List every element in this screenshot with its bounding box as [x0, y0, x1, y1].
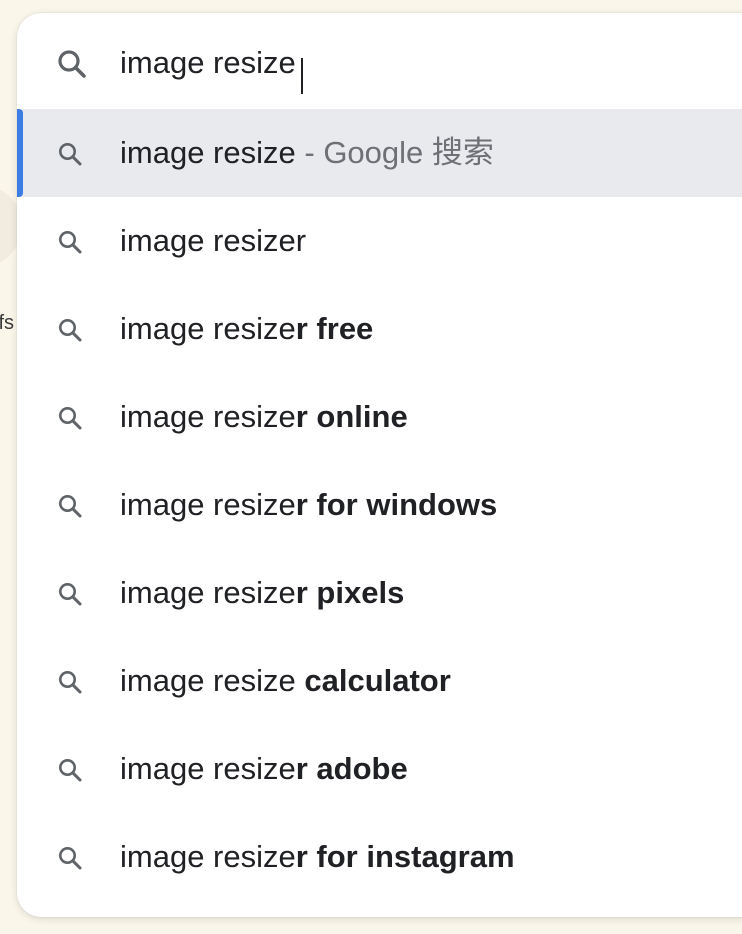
text-caret: [301, 58, 303, 94]
suggestion-prefix: image resize: [120, 487, 296, 522]
suggestion-item[interactable]: image resizer for windows: [17, 461, 742, 549]
search-icon: [56, 48, 88, 80]
suggestion-description: Google 搜索: [323, 135, 494, 170]
suggestion-prefix: image resize: [120, 839, 296, 874]
suggestion-text: image resizer adobe: [120, 725, 408, 813]
suggestion-completion: r for windows: [295, 487, 498, 522]
suggestion-item[interactable]: image resizer for instagram: [17, 813, 742, 901]
omnibox-dropdown: image resize - Google 搜索 image resizer i…: [17, 13, 742, 917]
search-icon: [57, 493, 83, 519]
background-text-fragment: fs: [0, 312, 14, 334]
search-icon: [57, 229, 83, 255]
search-icon: [57, 317, 83, 343]
suggestion-prefix: image resize: [120, 575, 296, 610]
page: fs image resize - Google 搜索: [0, 0, 742, 934]
suggestion-text: image resizer free: [120, 285, 373, 373]
suggestion-item[interactable]: image resizer adobe: [17, 725, 742, 813]
suggestion-text: image resize calculator: [120, 637, 451, 725]
suggestion-prefix: image resize: [120, 135, 296, 170]
suggestion-prefix: image resizer: [120, 223, 307, 258]
suggestion-completion: calculator: [304, 663, 451, 698]
suggestion-completion: r adobe: [295, 751, 408, 786]
omnibox-input-row[interactable]: [17, 13, 742, 109]
suggestion-item[interactable]: image resizer pixels: [17, 549, 742, 637]
suggestion-completion: r for instagram: [295, 839, 515, 874]
suggestion-item[interactable]: image resizer free: [17, 285, 742, 373]
suggestion-completion: r free: [295, 311, 374, 346]
suggestion-text: image resizer: [120, 197, 306, 285]
suggestion-prefix: image resize: [120, 751, 296, 786]
search-icon: [57, 141, 83, 167]
suggestion-item[interactable]: image resize calculator: [17, 637, 742, 725]
suggestion-text: image resizer pixels: [120, 549, 404, 637]
suggestion-prefix: image resize: [120, 399, 296, 434]
suggestion-text: image resizer online: [120, 373, 408, 461]
search-icon: [57, 405, 83, 431]
suggestion-completion: r online: [295, 399, 408, 434]
suggestion-item[interactable]: image resizer: [17, 197, 742, 285]
suggestion-completion: r pixels: [295, 575, 405, 610]
suggestion-text: image resizer for windows: [120, 461, 497, 549]
suggestion-item[interactable]: image resizer online: [17, 373, 742, 461]
search-icon: [57, 845, 83, 871]
suggestion-prefix: image resize: [120, 663, 305, 698]
selection-indicator: [17, 109, 23, 197]
search-icon: [57, 581, 83, 607]
suggestion-separator: -: [295, 135, 324, 170]
suggestion-prefix: image resize: [120, 311, 296, 346]
suggestion-list: image resize - Google 搜索 image resizer i…: [17, 109, 742, 901]
search-input[interactable]: [120, 41, 680, 85]
suggestion-text: image resizer for instagram: [120, 813, 515, 901]
search-icon: [57, 669, 83, 695]
suggestion-item-google-search[interactable]: image resize - Google 搜索: [17, 109, 742, 197]
search-icon: [57, 757, 83, 783]
suggestion-text: image resize - Google 搜索: [120, 109, 494, 197]
